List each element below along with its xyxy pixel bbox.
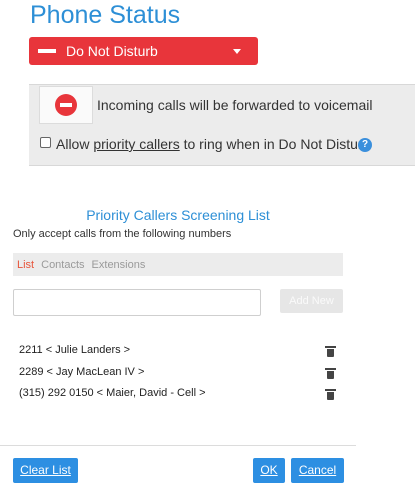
dnd-icon-box — [39, 86, 93, 124]
status-dropdown-value: Do Not Disturb — [66, 43, 158, 59]
ok-button[interactable]: OK — [253, 458, 285, 483]
priority-callers-checkbox[interactable] — [40, 137, 51, 148]
caller-row: 2289 < Jay MacLean IV > — [19, 366, 145, 378]
trash-icon[interactable] — [325, 368, 336, 379]
number-input[interactable] — [13, 289, 261, 316]
caller-row: 2211 < Julie Landers > — [19, 344, 131, 356]
tab-contacts[interactable]: Contacts — [41, 259, 84, 271]
cancel-button[interactable]: Cancel — [291, 458, 344, 483]
tab-list[interactable]: List — [17, 259, 34, 271]
screening-list-title: Priority Callers Screening List — [86, 207, 270, 223]
tab-extensions[interactable]: Extensions — [92, 259, 146, 271]
caller-row: (315) 292 0150 < Maier, David - Cell > — [19, 387, 206, 399]
screening-tabs: List Contacts Extensions — [13, 253, 343, 276]
allow-suffix: to ring when in Do Not Disturb — [179, 136, 371, 152]
priority-callers-label: Allow priority callers to ring when in D… — [56, 136, 370, 152]
chevron-down-icon — [233, 49, 241, 54]
forward-message: Incoming calls will be forwarded to voic… — [97, 97, 373, 113]
screening-list-subtitle: Only accept calls from the following num… — [13, 228, 232, 240]
do-not-disturb-icon — [55, 94, 77, 116]
trash-icon[interactable] — [325, 346, 336, 357]
footer-divider — [0, 445, 356, 446]
page-title: Phone Status — [30, 1, 181, 29]
help-icon[interactable]: ? — [358, 138, 372, 152]
status-dropdown[interactable]: Do Not Disturb — [29, 37, 258, 65]
clear-list-button[interactable]: Clear List — [13, 458, 78, 483]
priority-callers-link[interactable]: priority callers — [93, 136, 179, 152]
minus-icon — [38, 49, 56, 53]
trash-icon[interactable] — [325, 389, 336, 400]
allow-prefix: Allow — [56, 136, 94, 152]
add-new-button[interactable]: Add New — [280, 289, 343, 313]
